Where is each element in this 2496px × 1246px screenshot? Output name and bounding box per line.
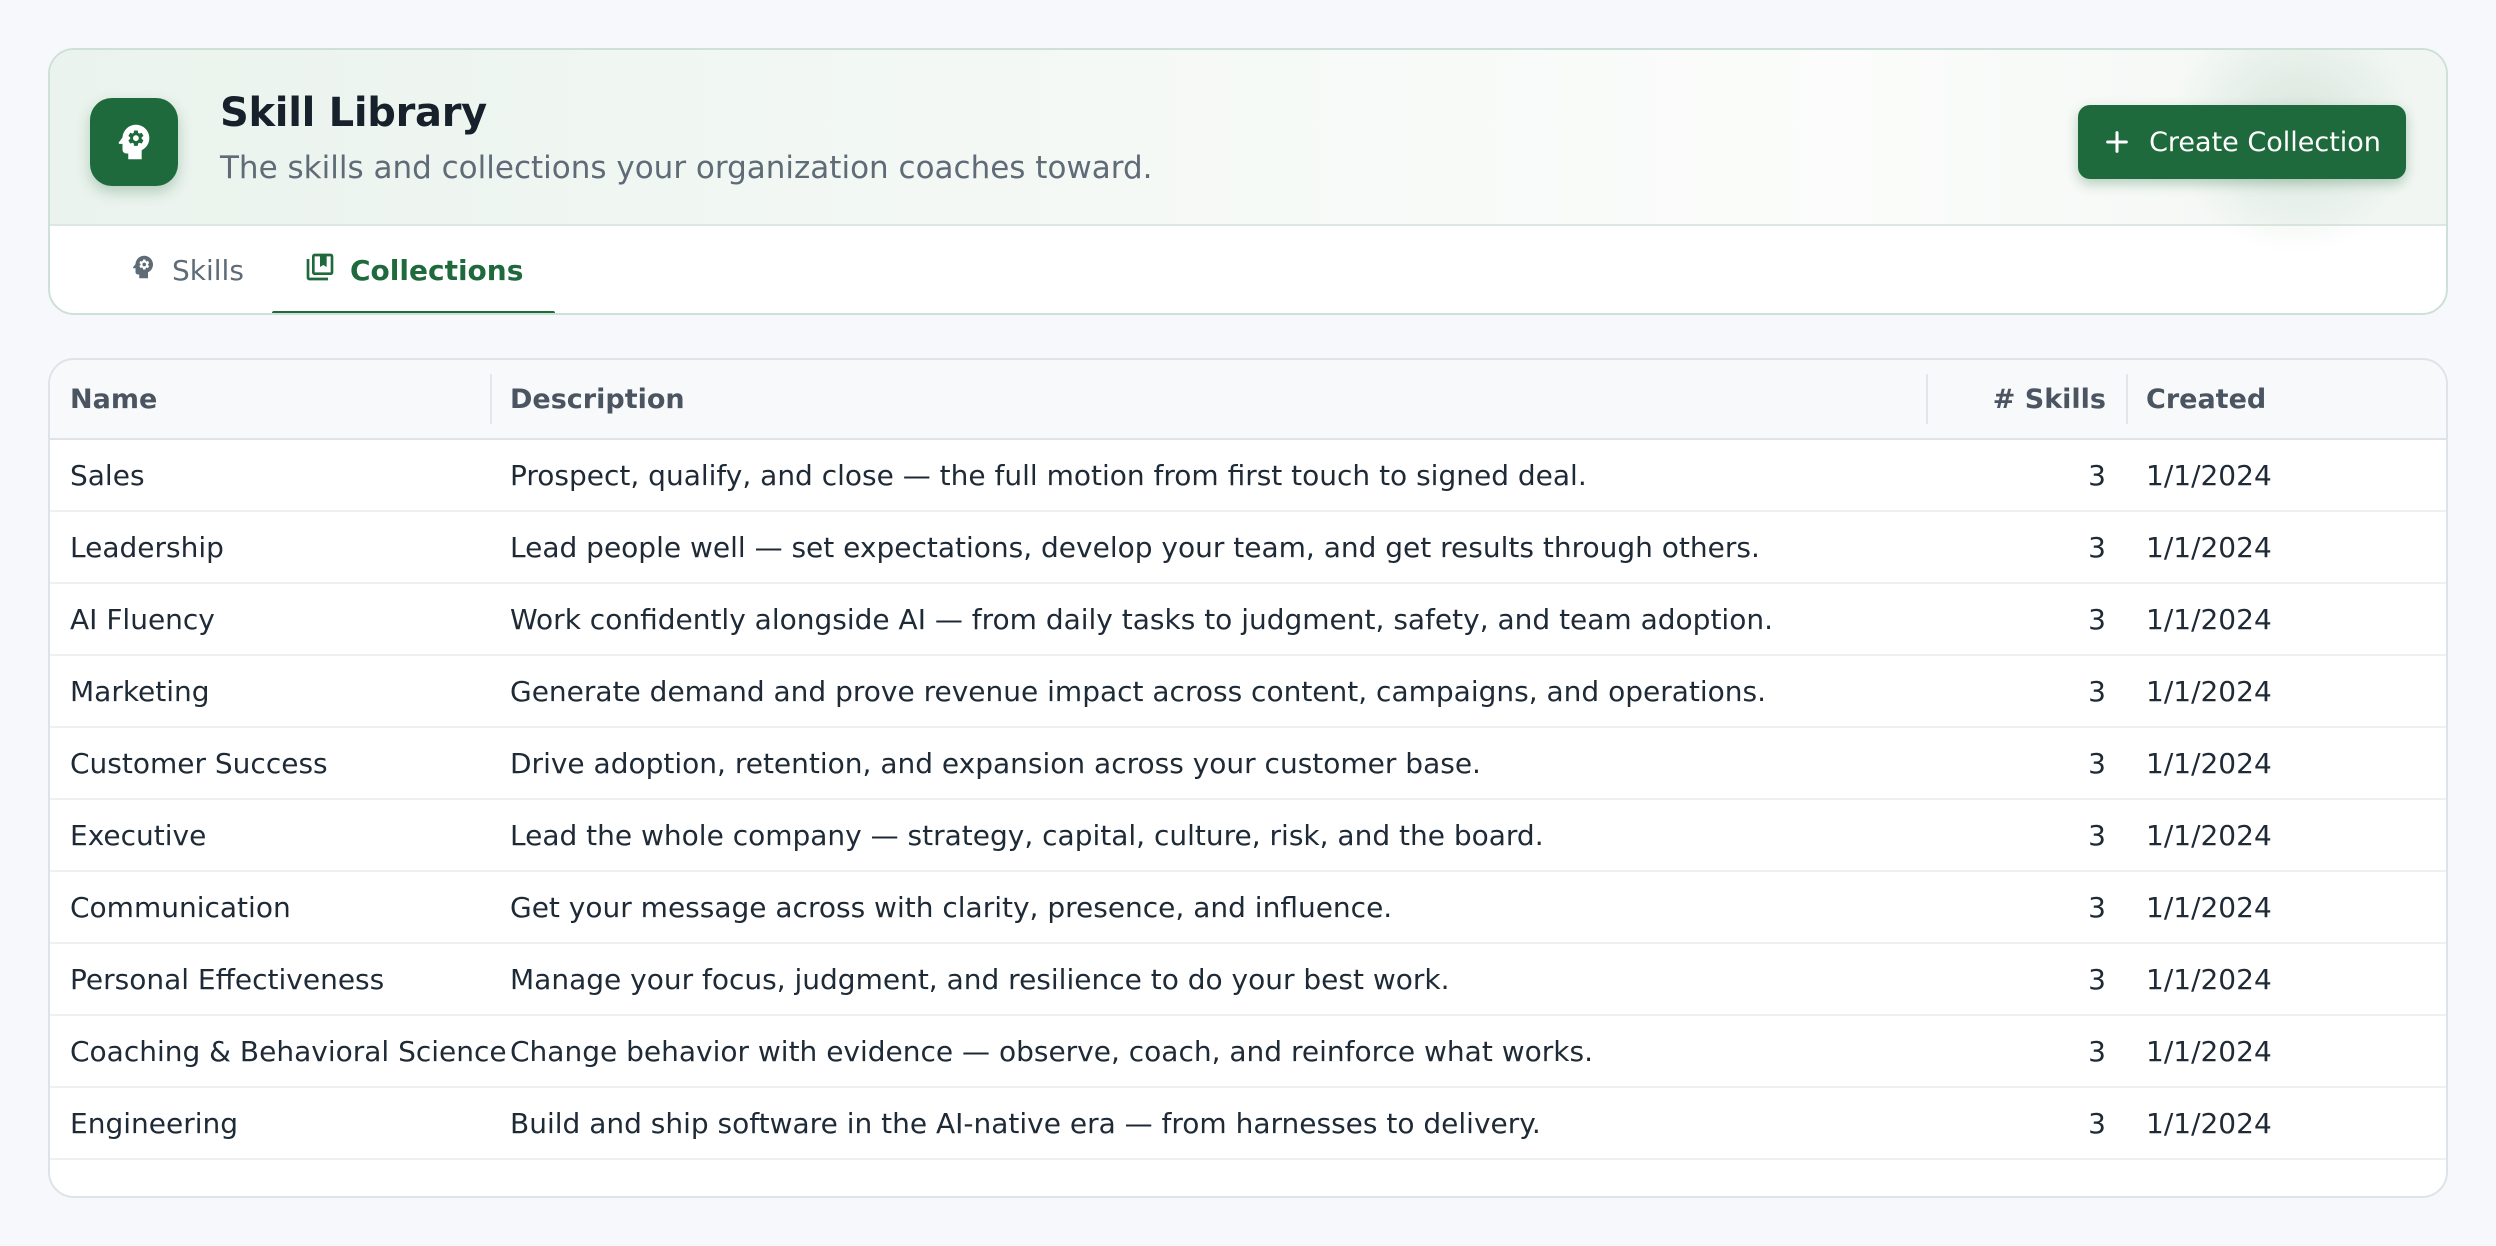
table-row[interactable]: AI Fluency Work confidently alongside AI…: [50, 584, 2446, 656]
create-collection-label: Create Collection: [2149, 126, 2381, 158]
cell-skills-count: 3: [2088, 890, 2106, 924]
page-title: Skill Library: [220, 90, 487, 136]
head-gear-icon: [90, 98, 178, 186]
tab-collections[interactable]: Collections: [272, 226, 556, 313]
create-collection-button[interactable]: Create Collection: [2078, 105, 2406, 179]
table-body: Sales Prospect, qualify, and close — the…: [50, 440, 2446, 1160]
cell-description: Lead people well — set expectations, dev…: [510, 530, 1760, 564]
cell-name: Communication: [70, 890, 291, 924]
cell-description: Change behavior with evidence — observe,…: [510, 1034, 1593, 1068]
cell-skills-count: 3: [2088, 1106, 2106, 1140]
cell-skills-count: 3: [2088, 458, 2106, 492]
table-row[interactable]: Executive Lead the whole company — strat…: [50, 800, 2446, 872]
cell-created: 1/1/2024: [2146, 962, 2272, 996]
header-card: Skill Library The skills and collections…: [48, 48, 2448, 315]
table-row[interactable]: Leadership Lead people well — set expect…: [50, 512, 2446, 584]
head-gear-icon: [128, 252, 158, 289]
column-header-created[interactable]: Created: [2126, 360, 2446, 438]
cell-created: 1/1/2024: [2146, 458, 2272, 492]
tab-bar: Skills Collections: [50, 226, 2446, 313]
cell-skills-count: 3: [2088, 962, 2106, 996]
cell-created: 1/1/2024: [2146, 1106, 2272, 1140]
cell-description: Manage your focus, judgment, and resilie…: [510, 962, 1450, 996]
cell-name: Personal Effectiveness: [70, 962, 385, 996]
cell-description: Lead the whole company — strategy, capit…: [510, 818, 1544, 852]
tab-skills[interactable]: Skills: [128, 226, 244, 313]
cell-name: Coaching & Behavioral Science: [70, 1034, 507, 1068]
table-row[interactable]: Communication Get your message across wi…: [50, 872, 2446, 944]
library-books-icon: [304, 251, 336, 290]
tab-skills-label: Skills: [172, 254, 244, 287]
cell-skills-count: 3: [2088, 1034, 2106, 1068]
cell-skills-count: 3: [2088, 746, 2106, 780]
table-row[interactable]: Coaching & Behavioral Science Change beh…: [50, 1016, 2446, 1088]
cell-created: 1/1/2024: [2146, 674, 2272, 708]
cell-created: 1/1/2024: [2146, 890, 2272, 924]
cell-created: 1/1/2024: [2146, 530, 2272, 564]
cell-description: Work confidently alongside AI — from dai…: [510, 602, 1773, 636]
table-header: Name Description # Skills Created: [50, 360, 2446, 440]
cell-description: Generate demand and prove revenue impact…: [510, 674, 1767, 708]
cell-skills-count: 3: [2088, 602, 2106, 636]
cell-name: Sales: [70, 458, 145, 492]
cell-created: 1/1/2024: [2146, 746, 2272, 780]
table-row[interactable]: Engineering Build and ship software in t…: [50, 1088, 2446, 1160]
page-subtitle: The skills and collections your organiza…: [220, 150, 1153, 186]
cell-name: Executive: [70, 818, 207, 852]
cell-created: 1/1/2024: [2146, 818, 2272, 852]
table-row[interactable]: Customer Success Drive adoption, retenti…: [50, 728, 2446, 800]
cell-name: Leadership: [70, 530, 224, 564]
tab-collections-label: Collections: [350, 254, 524, 287]
cell-name: Engineering: [70, 1106, 238, 1140]
table-row[interactable]: Sales Prospect, qualify, and close — the…: [50, 440, 2446, 512]
cell-description: Get your message across with clarity, pr…: [510, 890, 1393, 924]
plus-icon: [2103, 128, 2131, 156]
cell-created: 1/1/2024: [2146, 602, 2272, 636]
cell-description: Drive adoption, retention, and expansion…: [510, 746, 1481, 780]
cell-skills-count: 3: [2088, 674, 2106, 708]
cell-description: Prospect, qualify, and close — the full …: [510, 458, 1587, 492]
cell-skills-count: 3: [2088, 530, 2106, 564]
column-header-description[interactable]: Description: [490, 360, 1926, 438]
cell-skills-count: 3: [2088, 818, 2106, 852]
column-header-skills[interactable]: # Skills: [1926, 360, 2126, 438]
column-header-name[interactable]: Name: [50, 360, 490, 438]
cell-created: 1/1/2024: [2146, 1034, 2272, 1068]
header-banner: Skill Library The skills and collections…: [50, 50, 2446, 250]
collections-table: Name Description # Skills Created Sales …: [48, 358, 2448, 1198]
cell-name: AI Fluency: [70, 602, 215, 636]
cell-name: Marketing: [70, 674, 210, 708]
table-row[interactable]: Marketing Generate demand and prove reve…: [50, 656, 2446, 728]
cell-name: Customer Success: [70, 746, 328, 780]
cell-description: Build and ship software in the AI-native…: [510, 1106, 1541, 1140]
table-row[interactable]: Personal Effectiveness Manage your focus…: [50, 944, 2446, 1016]
